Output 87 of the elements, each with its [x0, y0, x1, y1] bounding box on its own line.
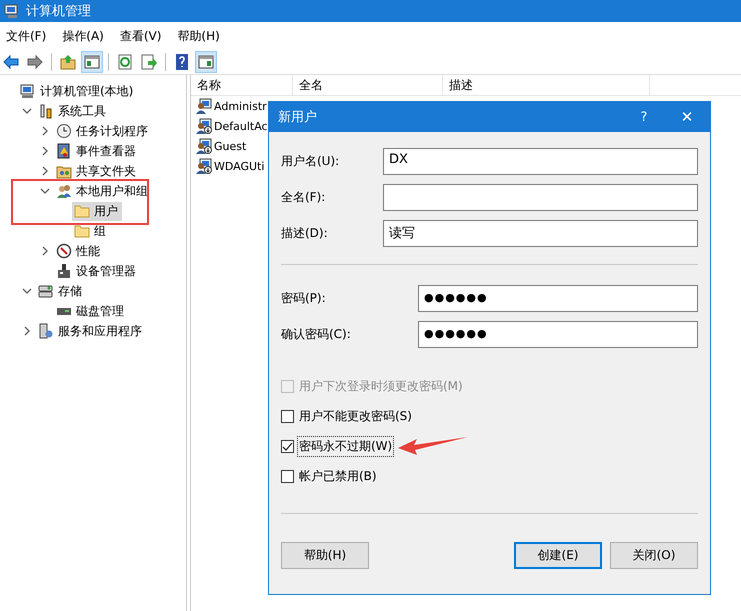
field-label: 密码(P): [281, 290, 327, 307]
checkbox-label: 帐户已禁用(B) [298, 468, 378, 484]
tree-item[interactable]: 事件查看器 [54, 142, 140, 160]
tree-label: 设备管理器 [76, 262, 136, 280]
menu-item[interactable]: 查看(V) [118, 26, 164, 46]
server-icon [38, 323, 54, 339]
chevron-icon[interactable] [22, 106, 32, 116]
tree-label: 性能 [76, 242, 100, 260]
tree-label: 系统工具 [58, 102, 106, 120]
tree-item[interactable]: 磁盘管理 [54, 302, 128, 320]
clock-icon [56, 123, 72, 139]
dialog-button[interactable]: 帮助(H) [281, 542, 369, 569]
help-button[interactable]: ? [624, 110, 664, 124]
field-label: 描述(D): [281, 225, 329, 242]
user-icon [196, 158, 212, 174]
tree-label: 磁盘管理 [76, 302, 124, 320]
tree-item[interactable]: 用户 [72, 202, 122, 220]
tree-item[interactable]: 性能 [54, 242, 104, 260]
tree-item[interactable]: 共享文件夹 [54, 162, 140, 180]
chevron-icon[interactable] [40, 126, 50, 136]
device-icon [56, 263, 72, 279]
chevron-icon[interactable] [40, 146, 50, 156]
menu-item[interactable]: 文件(F) [4, 26, 48, 46]
column-header[interactable]: 名称 [191, 75, 293, 95]
checkbox-label: 用户不能更改密码(S) [298, 408, 413, 424]
user-name: Administr [214, 100, 267, 112]
checkbox[interactable] [281, 440, 294, 452]
checkbox[interactable] [281, 410, 294, 422]
computer-icon [20, 83, 36, 99]
folder-icon [74, 223, 90, 239]
dialog-button[interactable]: 关闭(O) [610, 542, 698, 569]
field-label: 确认密码(C): [281, 326, 352, 343]
column-header[interactable]: 描述 [443, 75, 650, 95]
chevron-icon[interactable] [40, 166, 50, 176]
chevron-icon[interactable] [22, 326, 32, 336]
checkbox-label: 用户下次登录时须更改密码(M) [298, 378, 464, 394]
tree-item[interactable]: 本地用户和组 [54, 182, 152, 200]
tree-label: 计算机管理(本地) [40, 82, 134, 100]
gauge-icon [56, 243, 72, 259]
user-name: Guest [214, 140, 246, 152]
tree-label: 本地用户和组 [76, 182, 148, 200]
input-field[interactable]: 读写 [383, 220, 698, 247]
tree-item[interactable]: 设备管理器 [54, 262, 140, 280]
dialog-title: 新用户 [278, 109, 318, 126]
user-icon [196, 98, 212, 114]
tree-label: 服务和应用程序 [58, 322, 142, 340]
input-field[interactable]: DX [383, 148, 698, 175]
field-label: 用户名(U): [281, 153, 340, 170]
chevron-icon[interactable] [40, 186, 50, 196]
tree-label: 存储 [58, 282, 82, 300]
dialog-button[interactable]: 创建(E) [514, 542, 602, 569]
tree-item[interactable]: 任务计划程序 [54, 122, 152, 140]
field-label: 全名(F): [281, 189, 326, 206]
tree-item[interactable]: 存储 [36, 282, 86, 300]
users-icon [56, 183, 72, 199]
tree-item[interactable]: 系统工具 [36, 102, 110, 120]
input-field[interactable] [383, 184, 698, 211]
password-field[interactable]: ●●●●●● [418, 285, 698, 312]
event-log-icon [56, 143, 72, 159]
close-button[interactable]: ✕ [664, 108, 710, 126]
checkbox[interactable] [281, 470, 294, 482]
chevron-icon[interactable] [40, 246, 50, 256]
user-name: WDAGUti [214, 160, 264, 172]
tree-label: 事件查看器 [76, 142, 136, 160]
menu-item[interactable]: 帮助(H) [175, 26, 222, 46]
user-icon [196, 118, 212, 134]
tools-icon [38, 103, 54, 119]
window-title: 计算机管理 [26, 3, 91, 20]
folder-icon [74, 203, 90, 219]
user-name: DefaultAc [214, 120, 268, 132]
password-field[interactable]: ●●●●●● [418, 321, 698, 348]
tree-item[interactable]: 计算机管理(本地) [18, 82, 138, 100]
tree-item[interactable]: 组 [72, 222, 110, 240]
toolbar-button[interactable] [81, 51, 103, 73]
computer-icon [4, 3, 20, 19]
checkbox-label: 密码永不过期(W) [297, 436, 394, 456]
user-icon [196, 138, 212, 154]
tree-label: 共享文件夹 [76, 162, 136, 180]
tree-label: 组 [94, 222, 106, 240]
column-header[interactable]: 全名 [293, 75, 443, 95]
chevron-icon[interactable] [22, 286, 32, 296]
menu-item[interactable]: 操作(A) [60, 26, 106, 46]
tree-label: 任务计划程序 [76, 122, 148, 140]
tree-item[interactable]: 服务和应用程序 [36, 322, 146, 340]
toolbar-button[interactable] [195, 51, 217, 73]
storage-icon [38, 283, 54, 299]
tree-label: 用户 [94, 202, 118, 220]
